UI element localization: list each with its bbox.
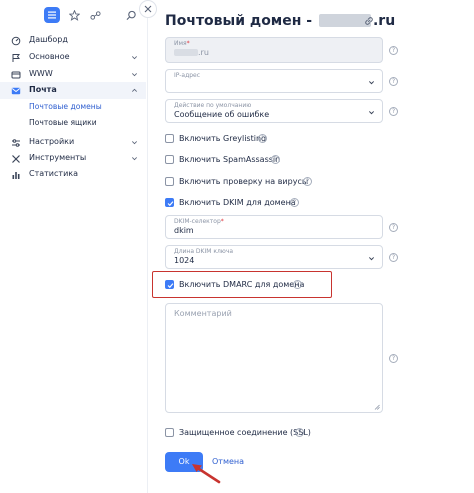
page-title-prefix: Почтовый домен - — [165, 13, 313, 29]
sidebar-item-www[interactable]: WWW — [0, 66, 146, 83]
checkbox-box[interactable] — [165, 177, 174, 186]
dkim-key-length-label: Длина DKIM ключа — [174, 248, 234, 255]
link-icon[interactable] — [364, 16, 374, 26]
help-icon[interactable]: ? — [271, 155, 280, 164]
help-icon[interactable]: ? — [389, 223, 398, 232]
mail-icon — [11, 87, 21, 95]
default-action-value: Сообщение об ошибке — [174, 110, 270, 119]
chevron-down-icon — [132, 141, 137, 145]
dmarc-label: Включить DMARC для домена — [179, 280, 305, 289]
sidebar-subitem-label: Почтовые домены — [29, 102, 102, 111]
analytics-icon[interactable] — [90, 10, 101, 21]
search-icon[interactable] — [126, 10, 137, 21]
list-icon — [48, 11, 56, 19]
help-icon[interactable]: ? — [290, 198, 299, 207]
help-icon[interactable]: ? — [389, 354, 398, 363]
chevron-down-icon — [132, 157, 137, 161]
dkim-selector-field[interactable]: DKIM-селектор* dkim — [165, 215, 383, 239]
help-icon[interactable]: ? — [389, 107, 398, 116]
default-action-label: Действие по умолчанию — [174, 102, 252, 109]
greylisting-checkbox[interactable]: Включить Greylisting — [165, 133, 325, 145]
sidebar-item-label: Почта — [29, 85, 57, 94]
chevron-down-icon — [368, 257, 375, 261]
sidebar-item-label: Инструменты — [29, 153, 87, 162]
sidebar-subitem-mailboxes[interactable]: Почтовые ящики — [0, 115, 146, 131]
spamassassin-checkbox[interactable]: Включить SpamAssassin — [165, 154, 325, 166]
checkbox-box[interactable] — [165, 134, 174, 143]
sidebar-subitem-mail-domains[interactable]: Почтовые домены — [0, 99, 146, 115]
page-title: Почтовый домен - .ru — [165, 13, 395, 29]
help-icon[interactable]: ? — [389, 253, 398, 262]
dkim-key-length-value: 1024 — [174, 256, 195, 265]
comment-placeholder: Комментарий — [174, 309, 232, 318]
sidebar-item-label: Настройки — [29, 137, 75, 146]
help-icon[interactable]: ? — [295, 428, 304, 437]
close-button[interactable] — [139, 0, 157, 18]
sidebar: Дашборд Основное WWW Почта Почтовые доме… — [0, 0, 148, 493]
dkim-key-length-select[interactable]: Длина DKIM ключа 1024 — [165, 245, 383, 269]
dkim-selector-label: DKIM-селектор* — [174, 218, 224, 225]
flag-icon — [12, 54, 20, 62]
check-icon — [167, 201, 174, 207]
sidebar-item-general[interactable]: Основное — [0, 49, 146, 66]
help-icon[interactable]: ? — [389, 77, 398, 86]
check-icon — [167, 283, 174, 289]
sidebar-item-statistics[interactable]: Статистика — [0, 166, 146, 183]
name-field-label: Имя* — [174, 40, 190, 47]
sidebar-item-label: WWW — [29, 69, 53, 78]
sidebar-item-settings[interactable]: Настройки — [0, 134, 146, 151]
dashboard-icon — [11, 36, 21, 46]
sidebar-item-mail[interactable]: Почта — [0, 82, 146, 99]
name-field-value: .ru — [174, 48, 209, 57]
chevron-down-icon — [132, 73, 137, 77]
checkbox-box[interactable] — [165, 155, 174, 164]
page-title-suffix: .ru — [372, 13, 396, 29]
default-action-select[interactable]: Действие по умолчанию Сообщение об ошибк… — [165, 99, 383, 123]
name-field[interactable]: Имя* .ru — [165, 37, 383, 63]
sidebar-item-label: Дашборд — [29, 35, 68, 44]
tools-icon — [12, 155, 20, 163]
star-icon[interactable] — [69, 10, 80, 21]
spamassassin-label: Включить SpamAssassin — [179, 155, 281, 164]
sidebar-item-dashboard[interactable]: Дашборд — [0, 32, 146, 49]
ip-address-label: IP-адрес — [174, 72, 201, 79]
checkbox-box[interactable] — [165, 428, 174, 437]
help-icon[interactable]: ? — [258, 134, 267, 143]
chevron-down-icon — [368, 81, 375, 85]
dkim-checkbox[interactable]: Включить DKIM для домена — [165, 197, 325, 209]
dkim-selector-value: dkim — [174, 226, 194, 235]
checkbox-box[interactable] — [165, 280, 174, 289]
sidebar-item-label: Основное — [29, 52, 70, 61]
comment-textarea[interactable]: Комментарий — [165, 303, 383, 413]
checkbox-box[interactable] — [165, 198, 174, 207]
chevron-up-icon — [132, 88, 137, 92]
sidebar-item-label: Статистика — [29, 169, 78, 178]
stats-icon — [12, 172, 20, 179]
antivirus-checkbox[interactable]: Включить проверку на вирусы — [165, 176, 325, 188]
sidebar-item-tools[interactable]: Инструменты — [0, 150, 146, 167]
settings-icon — [12, 139, 20, 147]
ssl-label: Защищенное соединение (SSL) — [179, 428, 311, 437]
globe-icon — [11, 71, 21, 79]
antivirus-label: Включить проверку на вирусы — [179, 177, 309, 186]
ip-address-select[interactable]: IP-адрес — [165, 69, 383, 93]
help-icon[interactable]: ? — [303, 177, 312, 186]
dkim-label: Включить DKIM для домена — [179, 198, 296, 207]
menu-toggle-button[interactable] — [44, 7, 60, 23]
greylisting-label: Включить Greylisting — [179, 134, 267, 143]
close-icon — [144, 5, 152, 13]
chevron-down-icon — [132, 56, 137, 60]
chevron-down-icon — [368, 111, 375, 115]
sidebar-toolbar — [0, 0, 148, 30]
help-icon[interactable]: ? — [389, 46, 398, 55]
pointer-arrow-icon — [192, 464, 221, 484]
resize-handle-icon[interactable] — [374, 404, 380, 410]
sidebar-subitem-label: Почтовые ящики — [29, 118, 97, 127]
help-icon[interactable]: ? — [293, 280, 302, 289]
